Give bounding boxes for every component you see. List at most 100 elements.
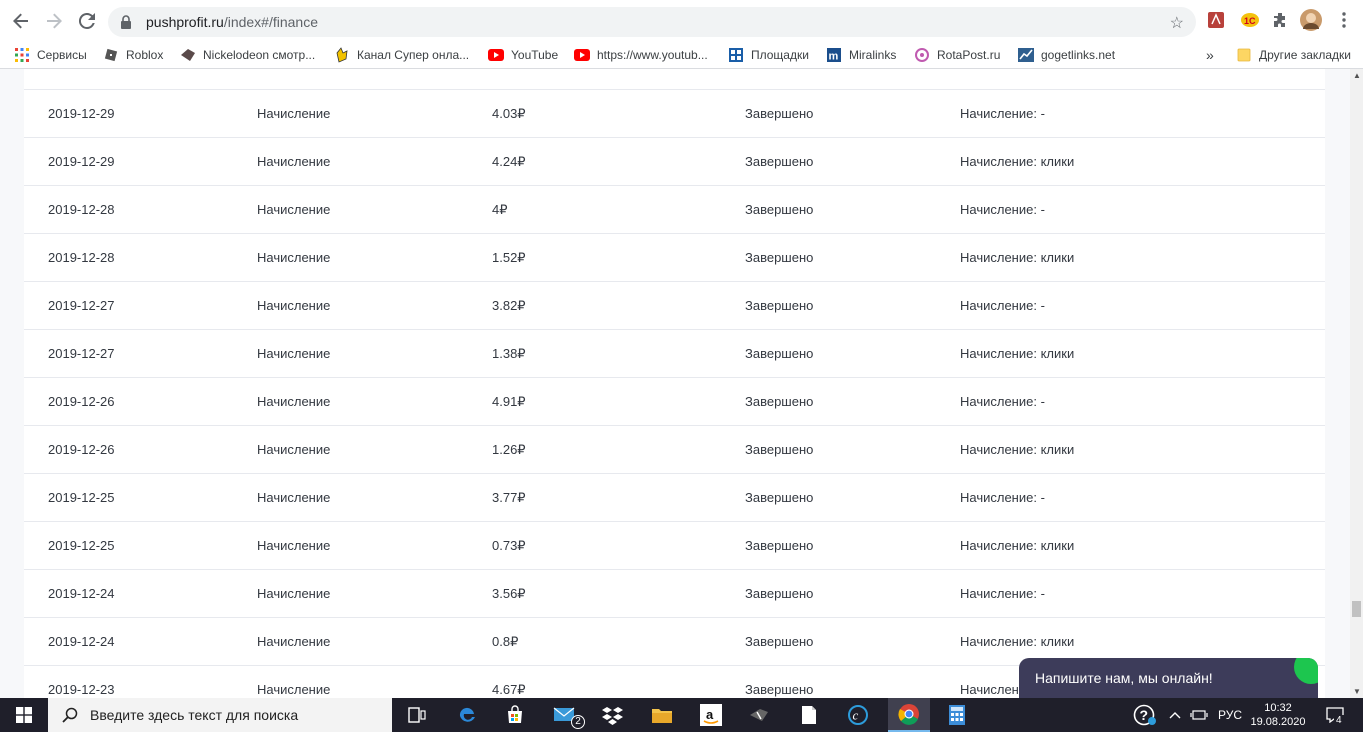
miralinks-icon: m <box>826 47 842 63</box>
1c-extension-icon[interactable]: 1С <box>1240 10 1260 30</box>
cell-description: Начисление: клики <box>960 346 1075 361</box>
svg-text:c: c <box>853 708 859 723</box>
cell-status: Завершено <box>745 394 814 409</box>
cell-type: Начисление <box>257 586 331 601</box>
app-cursor-icon[interactable] <box>746 702 772 728</box>
mail-badge: 2 <box>571 715 585 729</box>
bookmark-gogetlinks[interactable]: gogetlinks.net <box>1018 46 1115 64</box>
calculator-icon[interactable] <box>944 702 970 728</box>
bookmark-label: Nickelodeon смотр... <box>203 48 316 62</box>
table-row: 2019-12-25 Начисление 0.73₽ Завершено Начисл… <box>24 522 1325 570</box>
file-explorer-icon[interactable] <box>649 702 675 728</box>
bookmark-miralinks[interactable]: m Miralinks <box>826 46 896 64</box>
windows-logo-icon <box>16 707 32 723</box>
cell-amount: 1.52₽ <box>492 250 526 265</box>
cell-amount: 0.73₽ <box>492 538 526 553</box>
table-row: 2019-12-29 Начисление 4.03₽ Завершено Начисл… <box>24 90 1325 138</box>
folder-icon <box>1236 47 1252 63</box>
task-view-icon[interactable] <box>404 702 430 728</box>
language-indicator[interactable]: РУС <box>1218 698 1242 732</box>
pdf-extension-icon[interactable] <box>1206 10 1226 30</box>
cell-status: Завершено <box>745 346 814 361</box>
address-bar[interactable]: pushprofit.ru/index#/finance ☆ <box>108 7 1196 37</box>
cell-date: 2019-12-25 <box>48 490 115 505</box>
amazon-icon[interactable]: a <box>698 702 724 728</box>
youtube-icon <box>574 47 590 63</box>
arrow-right-icon <box>47 13 62 29</box>
cell-status: Завершено <box>745 490 814 505</box>
table-row: 2019-12-26 Начисление 1.26₽ Завершено Начисл… <box>24 426 1325 474</box>
svg-text:m: m <box>829 51 839 63</box>
cell-date: 2019-12-29 <box>48 154 115 169</box>
cell-description: Начисление: - <box>960 202 1045 217</box>
menu-kebab-icon[interactable] <box>1334 10 1354 30</box>
cell-type: Начисление <box>257 298 331 313</box>
bookmark-label: Площадки <box>751 48 809 62</box>
scroll-down-arrow-icon[interactable]: ▼ <box>1353 687 1361 696</box>
table-row: 2019-12-27 Начисление 3.82₽ Завершено Начисл… <box>24 282 1325 330</box>
chat-widget-button[interactable]: Напишите нам, мы онлайн! <box>1019 658 1318 698</box>
bookmark-youtube-url[interactable]: https://www.youtub... <box>574 46 708 64</box>
cell-description: Начисление: - <box>960 298 1045 313</box>
profile-avatar[interactable] <box>1300 9 1322 31</box>
cell-date: 2019-12-25 <box>48 538 115 553</box>
lock-icon <box>118 14 134 30</box>
bookmark-label: Канал Супер онла... <box>357 48 470 62</box>
scroll-up-arrow-icon[interactable]: ▲ <box>1353 71 1361 80</box>
page-scrollbar[interactable]: ▲ ▼ <box>1350 69 1363 698</box>
table-row: 2019-12-24 Начисление 3.56₽ Завершено Начисл… <box>24 570 1325 618</box>
finance-page: 2019-12-29 Начисление 4.03₽ Завершено Начисл… <box>0 69 1350 698</box>
bookmark-label: RotaPost.ru <box>937 48 1001 62</box>
cell-date: 2019-12-28 <box>48 202 115 217</box>
start-button[interactable] <box>0 698 48 732</box>
back-button[interactable] <box>5 5 37 37</box>
svg-text:a: a <box>706 707 714 722</box>
copyright-app-icon[interactable]: c <box>845 702 871 728</box>
cell-description: Начисление: - <box>960 394 1045 409</box>
cell-type: Начисление <box>257 202 331 217</box>
cell-description: Начисление: - <box>960 490 1045 505</box>
forward-button[interactable] <box>38 5 70 37</box>
cell-status: Завершено <box>745 202 814 217</box>
bookmark-roblox[interactable]: Roblox <box>103 46 163 64</box>
table-row-partial <box>24 69 1325 90</box>
windows-taskbar: Введите здесь текст для поиска 2 a c ? Р… <box>0 698 1363 732</box>
cell-status: Завершено <box>745 586 814 601</box>
tray-chevron-up-icon[interactable] <box>1162 702 1188 728</box>
cell-type: Начисление <box>257 538 331 553</box>
bookmark-services[interactable]: Сервисы <box>14 46 87 64</box>
cell-type: Начисление <box>257 442 331 457</box>
cell-type: Начисление <box>257 250 331 265</box>
reload-button[interactable] <box>71 5 103 37</box>
cell-date: 2019-12-24 <box>48 586 115 601</box>
bookmark-nickelodeon[interactable]: Nickelodeon смотр... <box>180 46 315 64</box>
online-indicator-icon <box>1294 658 1318 684</box>
document-icon[interactable] <box>796 702 822 728</box>
finance-table: 2019-12-29 Начисление 4.03₽ Завершено Начисл… <box>24 69 1325 698</box>
taskbar-search-input[interactable]: Введите здесь текст для поиска <box>48 698 392 732</box>
dropbox-icon[interactable] <box>600 702 626 728</box>
bookmark-youtube[interactable]: YouTube <box>488 46 558 64</box>
bookmark-super-channel[interactable]: Канал Супер онла... <box>334 46 469 64</box>
store-icon[interactable] <box>502 702 528 728</box>
network-icon[interactable] <box>1186 702 1212 728</box>
taskbar-clock[interactable]: 10:32 19.08.2020 <box>1250 701 1306 729</box>
bookmarks-overflow-button[interactable]: » <box>1206 46 1214 64</box>
cell-type: Начисление <box>257 634 331 649</box>
cell-amount: 1.26₽ <box>492 442 526 457</box>
cell-type: Начисление <box>257 682 331 697</box>
bookmarks-bar: Сервисы Roblox Nickelodeon смотр... Кана… <box>0 42 1363 68</box>
bookmark-other[interactable]: Другие закладки <box>1236 46 1351 64</box>
bookmark-rotapost[interactable]: RotaPost.ru <box>914 46 1000 64</box>
edge-browser-icon[interactable] <box>454 702 480 728</box>
scroll-thumb[interactable] <box>1352 601 1361 617</box>
chrome-icon[interactable] <box>888 698 930 732</box>
cell-date: 2019-12-28 <box>48 250 115 265</box>
bookmark-label: YouTube <box>511 48 559 62</box>
bookmark-star-icon[interactable]: ☆ <box>1170 13 1184 33</box>
cell-description: Начисление: - <box>960 586 1045 601</box>
table-row: 2019-12-28 Начисление 1.52₽ Завершено Начисл… <box>24 234 1325 282</box>
bookmark-sites[interactable]: Площадки <box>728 46 809 64</box>
extensions-puzzle-icon[interactable] <box>1270 10 1290 30</box>
help-icon[interactable]: ? <box>1132 702 1158 728</box>
